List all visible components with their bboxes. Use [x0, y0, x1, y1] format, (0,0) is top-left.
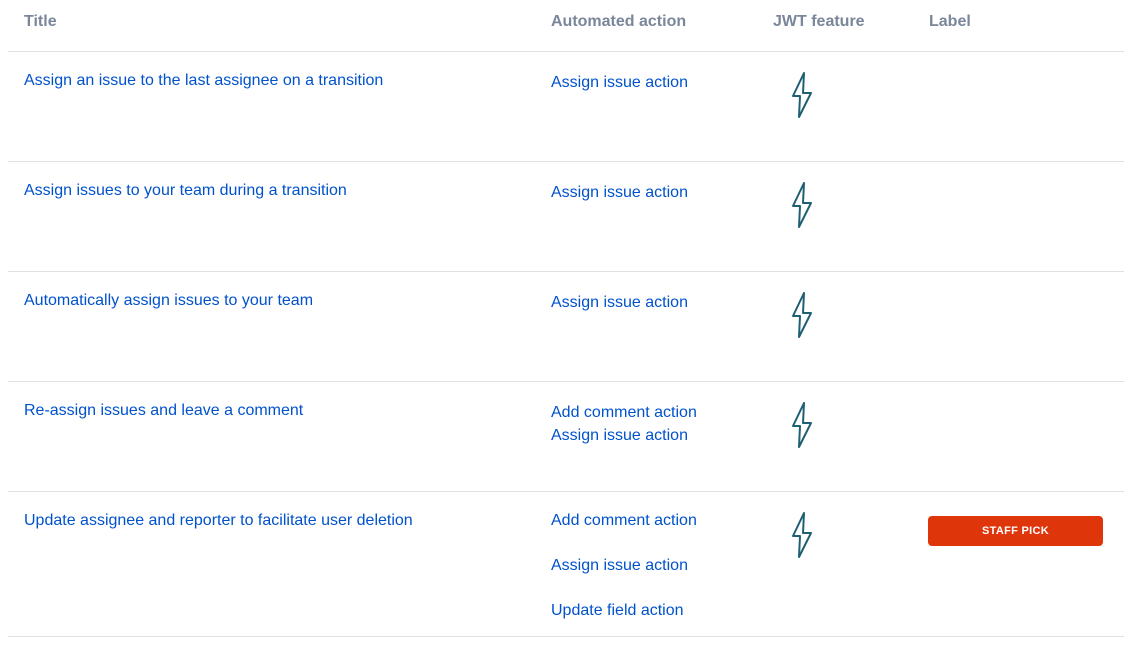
lightning-bolt-icon	[790, 181, 814, 229]
automated-action-link[interactable]: Assign issue action	[551, 424, 697, 447]
title-cell: Automatically assign issues to your team	[24, 291, 313, 310]
automated-action-cell: Add comment action Assign issue action	[551, 401, 697, 447]
table-row: Automatically assign issues to your team…	[8, 272, 1124, 382]
template-title-link[interactable]: Assign issues to your team during a tran…	[24, 182, 347, 199]
automated-action-link[interactable]: Assign issue action	[551, 71, 688, 94]
template-title-link[interactable]: Assign an issue to the last assignee on …	[24, 72, 383, 89]
table-row: Update assignee and reporter to facilita…	[8, 492, 1124, 637]
template-title-link[interactable]: Automatically assign issues to your team	[24, 292, 313, 309]
title-cell: Assign issues to your team during a tran…	[24, 181, 347, 200]
automated-action-cell: Assign issue action	[551, 181, 688, 204]
automated-action-link[interactable]: Add comment action	[551, 401, 697, 424]
automated-action-link[interactable]: Assign issue action	[551, 181, 688, 204]
title-cell: Re-assign issues and leave a comment	[24, 401, 303, 420]
automated-action-link[interactable]: Assign issue action	[551, 291, 688, 314]
automated-action-cell: Assign issue action	[551, 291, 688, 314]
templates-table: Title Automated action JWT feature Label…	[0, 0, 1124, 638]
automated-action-cell: Add comment action Assign issue action U…	[551, 511, 697, 646]
automated-action-cell: Assign issue action	[551, 71, 688, 94]
lightning-bolt-icon	[790, 511, 814, 559]
lightning-bolt-icon	[790, 291, 814, 339]
template-title-link[interactable]: Update assignee and reporter to facilita…	[24, 512, 413, 529]
staff-pick-badge: STAFF PICK	[928, 516, 1103, 546]
column-header-label: Label	[929, 13, 971, 30]
lightning-bolt-icon	[790, 401, 814, 449]
table-header: Title Automated action JWT feature Label	[8, 0, 1124, 52]
lightning-bolt-icon	[790, 71, 814, 119]
column-header-automated-action: Automated action	[551, 13, 687, 30]
template-title-link[interactable]: Re-assign issues and leave a comment	[24, 402, 303, 419]
automated-action-link[interactable]: Assign issue action	[551, 556, 697, 575]
automated-action-link[interactable]: Add comment action	[551, 511, 697, 530]
title-cell: Assign an issue to the last assignee on …	[24, 71, 383, 90]
table-row: Assign an issue to the last assignee on …	[8, 52, 1124, 162]
title-cell: Update assignee and reporter to facilita…	[24, 511, 413, 530]
column-header-jwt-feature: JWT feature	[773, 13, 865, 30]
column-header-title: Title	[24, 13, 57, 30]
table-row: Assign issues to your team during a tran…	[8, 162, 1124, 272]
table-row: Re-assign issues and leave a comment Add…	[8, 382, 1124, 492]
automated-action-link[interactable]: Update field action	[551, 601, 697, 620]
